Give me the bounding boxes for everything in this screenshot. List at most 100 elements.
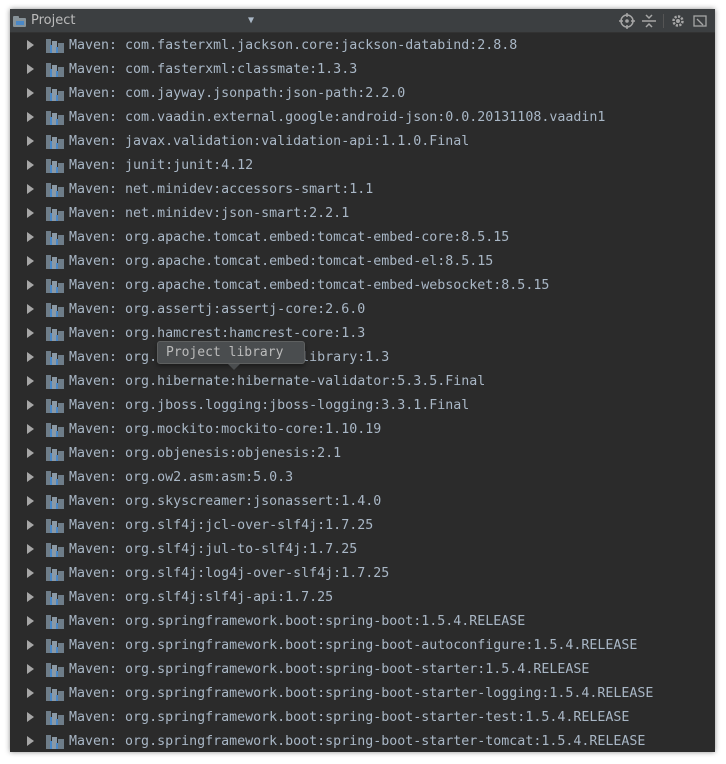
tree-row-label: Maven: org.springframework.boot:spring-b… bbox=[69, 734, 645, 749]
library-name: org.objenesis:objenesis:2.1 bbox=[125, 445, 342, 461]
maven-prefix: Maven: bbox=[69, 397, 126, 413]
library-icon bbox=[46, 565, 66, 581]
expand-arrow-icon[interactable] bbox=[27, 160, 34, 170]
maven-prefix: Maven: bbox=[69, 493, 126, 509]
expand-arrow-icon[interactable] bbox=[27, 64, 34, 74]
expand-arrow-icon[interactable] bbox=[27, 40, 34, 50]
expand-arrow-icon[interactable] bbox=[27, 712, 34, 722]
library-icon bbox=[46, 157, 66, 173]
tree-row[interactable]: Maven: org.hamcrest:hamcrest-core:1.3 bbox=[10, 321, 715, 345]
library-icon bbox=[46, 613, 66, 629]
library-name: org.springframework.boot:spring-boot-sta… bbox=[125, 661, 590, 677]
tree-row[interactable]: Maven: org.skyscreamer:jsonassert:1.4.0 bbox=[10, 489, 715, 513]
tree-row[interactable]: Maven: org.ow2.asm:asm:5.0.3 bbox=[10, 465, 715, 489]
maven-prefix: Maven: bbox=[69, 157, 126, 173]
expand-arrow-icon[interactable] bbox=[27, 280, 34, 290]
library-name: org.ow2.asm:asm:5.0.3 bbox=[125, 469, 294, 485]
tree-row[interactable]: Maven: org.jboss.logging:jboss-logging:3… bbox=[10, 393, 715, 417]
tree-row[interactable]: Maven: javax.validation:validation-api:1… bbox=[10, 129, 715, 153]
tree-row[interactable]: Maven: org.objenesis:objenesis:2.1 bbox=[10, 441, 715, 465]
tree-row[interactable]: Maven: org.springframework.boot:spring-b… bbox=[10, 609, 715, 633]
library-name: org.springframework.boot:spring-boot-sta… bbox=[125, 733, 646, 749]
library-icon bbox=[46, 397, 66, 413]
tree-row[interactable]: Maven: junit:junit:4.12 bbox=[10, 153, 715, 177]
settings-gear-icon[interactable] bbox=[669, 12, 687, 30]
maven-prefix: Maven: bbox=[69, 469, 126, 485]
tree-row[interactable]: Maven: com.fasterxml.jackson.core:jackso… bbox=[10, 33, 715, 57]
tree-row[interactable]: Maven: org.hamcrest:hamcrest-library:1.3 bbox=[10, 345, 715, 369]
locate-icon[interactable] bbox=[618, 12, 636, 30]
expand-arrow-icon[interactable] bbox=[27, 496, 34, 506]
expand-arrow-icon[interactable] bbox=[27, 352, 34, 362]
maven-prefix: Maven: bbox=[69, 685, 126, 701]
tree-row[interactable]: Maven: org.slf4j:slf4j-api:1.7.25 bbox=[10, 585, 715, 609]
expand-arrow-icon[interactable] bbox=[27, 304, 34, 314]
library-icon bbox=[46, 373, 66, 389]
tree-row[interactable]: Maven: org.assertj:assertj-core:2.6.0 bbox=[10, 297, 715, 321]
project-folder-icon bbox=[13, 15, 27, 27]
expand-arrow-icon[interactable] bbox=[27, 184, 34, 194]
tree-row[interactable]: Maven: org.springframework.boot:spring-b… bbox=[10, 657, 715, 681]
library-name: org.hamcrest:hamcrest-core:1.3 bbox=[125, 325, 366, 341]
expand-arrow-icon[interactable] bbox=[27, 736, 34, 746]
tree-row[interactable]: Maven: org.mockito:mockito-core:1.10.19 bbox=[10, 417, 715, 441]
library-icon bbox=[46, 469, 66, 485]
tree-row[interactable]: Maven: org.slf4j:jul-to-slf4j:1.7.25 bbox=[10, 537, 715, 561]
expand-arrow-icon[interactable] bbox=[27, 256, 34, 266]
tree-row[interactable]: Maven: org.hibernate:hibernate-validator… bbox=[10, 369, 715, 393]
expand-arrow-icon[interactable] bbox=[27, 568, 34, 578]
tree-row[interactable]: Maven: org.apache.tomcat.embed:tomcat-em… bbox=[10, 225, 715, 249]
tree-row[interactable]: Maven: net.minidev:accessors-smart:1.1 bbox=[10, 177, 715, 201]
tree-row[interactable]: Maven: org.slf4j:log4j-over-slf4j:1.7.25 bbox=[10, 561, 715, 585]
tree-row[interactable]: Maven: org.slf4j:jcl-over-slf4j:1.7.25 bbox=[10, 513, 715, 537]
tree-row[interactable]: Maven: org.springframework.boot:spring-b… bbox=[10, 681, 715, 705]
library-icon bbox=[46, 589, 66, 605]
chevron-down-icon[interactable]: ▼ bbox=[248, 15, 254, 26]
tree-row-label: Maven: org.springframework.boot:spring-b… bbox=[69, 686, 653, 701]
maven-prefix: Maven: bbox=[69, 517, 126, 533]
expand-arrow-icon[interactable] bbox=[27, 88, 34, 98]
tree-row[interactable]: Maven: com.jayway.jsonpath:json-path:2.2… bbox=[10, 81, 715, 105]
library-icon bbox=[46, 733, 66, 749]
expand-arrow-icon[interactable] bbox=[27, 592, 34, 602]
tree-row[interactable]: Maven: org.apache.tomcat.embed:tomcat-em… bbox=[10, 273, 715, 297]
tree-row[interactable]: Maven: net.minidev:json-smart:2.2.1 bbox=[10, 201, 715, 225]
expand-arrow-icon[interactable] bbox=[27, 448, 34, 458]
library-icon bbox=[46, 205, 66, 221]
project-view-selector[interactable]: Project ▼ bbox=[10, 9, 258, 32]
library-icon bbox=[46, 301, 66, 317]
tree-row[interactable]: Maven: org.springframework.boot:spring-b… bbox=[10, 729, 715, 752]
library-name: net.minidev:accessors-smart:1.1 bbox=[125, 181, 374, 197]
expand-arrow-icon[interactable] bbox=[27, 520, 34, 530]
tree-row-label: Maven: org.objenesis:objenesis:2.1 bbox=[69, 446, 341, 461]
tree-row[interactable]: Maven: org.apache.tomcat.embed:tomcat-em… bbox=[10, 249, 715, 273]
expand-arrow-icon[interactable] bbox=[27, 232, 34, 242]
expand-arrow-icon[interactable] bbox=[27, 328, 34, 338]
library-name: org.springframework.boot:spring-boot-sta… bbox=[125, 709, 630, 725]
tree-row[interactable]: Maven: org.springframework.boot:spring-b… bbox=[10, 705, 715, 729]
tree-row[interactable]: Maven: org.springframework.boot:spring-b… bbox=[10, 633, 715, 657]
maven-prefix: Maven: bbox=[69, 85, 126, 101]
expand-arrow-icon[interactable] bbox=[27, 136, 34, 146]
tree-row[interactable]: Maven: com.fasterxml:classmate:1.3.3 bbox=[10, 57, 715, 81]
expand-arrow-icon[interactable] bbox=[27, 424, 34, 434]
expand-arrow-icon[interactable] bbox=[27, 640, 34, 650]
expand-arrow-icon[interactable] bbox=[27, 376, 34, 386]
tree-row-label: Maven: javax.validation:validation-api:1… bbox=[69, 134, 469, 149]
expand-arrow-icon[interactable] bbox=[27, 208, 34, 218]
tree-row-label: Maven: org.hamcrest:hamcrest-core:1.3 bbox=[69, 326, 365, 341]
expand-arrow-icon[interactable] bbox=[27, 112, 34, 122]
tree-row[interactable]: Maven: com.vaadin.external.google:androi… bbox=[10, 105, 715, 129]
tree-row-label: Maven: org.apache.tomcat.embed:tomcat-em… bbox=[69, 278, 549, 293]
collapse-all-icon[interactable] bbox=[640, 12, 658, 30]
expand-arrow-icon[interactable] bbox=[27, 544, 34, 554]
expand-arrow-icon[interactable] bbox=[27, 400, 34, 410]
expand-arrow-icon[interactable] bbox=[27, 472, 34, 482]
maven-prefix: Maven: bbox=[69, 301, 126, 317]
maven-prefix: Maven: bbox=[69, 661, 126, 677]
library-icon bbox=[46, 277, 66, 293]
expand-arrow-icon[interactable] bbox=[27, 688, 34, 698]
hide-icon[interactable] bbox=[691, 12, 709, 30]
expand-arrow-icon[interactable] bbox=[27, 616, 34, 626]
expand-arrow-icon[interactable] bbox=[27, 664, 34, 674]
